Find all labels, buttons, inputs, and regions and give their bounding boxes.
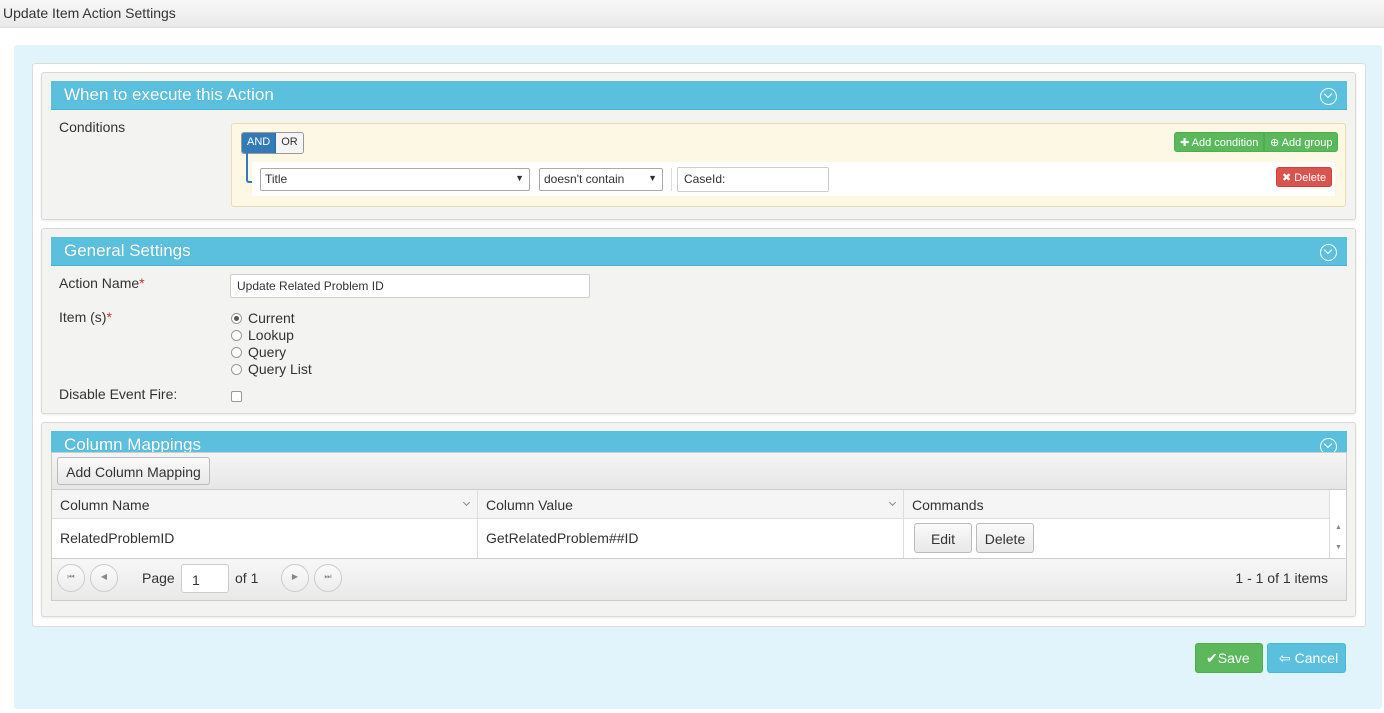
conditions-section: When to execute this Action Conditions A… [41, 72, 1356, 220]
condition-value-input[interactable]: CaseId: [677, 167, 829, 192]
and-button[interactable]: AND [242, 133, 277, 153]
cancel-label: Cancel [1294, 650, 1339, 666]
radio-label: Current [248, 310, 295, 326]
rule-divider [671, 168, 672, 191]
radio-label: Query [248, 344, 287, 360]
plus-icon: ✚ [1180, 137, 1190, 149]
general-settings-section: General Settings Action Name* Update Rel… [41, 228, 1356, 414]
action-name-label-text: Action Name [59, 275, 140, 291]
radio-circle[interactable] [231, 329, 242, 341]
radio-circle[interactable] [231, 363, 242, 375]
delete-rule-label: Delete [1294, 172, 1327, 184]
previous-page-icon[interactable]: ◀ [90, 564, 118, 592]
close-icon: ✖ [1282, 172, 1292, 184]
general-settings-title: General Settings [64, 241, 191, 260]
and-or-toggle: AND OR [241, 132, 304, 154]
column-header-label: Commands [912, 497, 984, 513]
items-label: Item (s)* [59, 309, 112, 325]
scroll-up-icon[interactable]: ▲ [1335, 524, 1342, 531]
radio-circle[interactable] [231, 312, 242, 324]
page-input[interactable]: 1 [181, 564, 229, 593]
column-mappings-section: Column Mappings Add Column Mapping Colum… [41, 422, 1356, 617]
radio-query[interactable]: Query [231, 344, 286, 360]
column-header-name[interactable]: Column Name [52, 490, 478, 518]
action-name-label: Action Name* [59, 275, 145, 291]
chevron-down-icon[interactable] [462, 498, 471, 507]
column-header-label: Column Value [486, 497, 573, 513]
operator-select[interactable]: doesn't contain ▼ [539, 168, 663, 191]
save-button[interactable]: ✔Save [1195, 643, 1263, 673]
radio-query-list[interactable]: Query List [231, 361, 312, 377]
disable-event-fire-label: Disable Event Fire: [59, 386, 178, 402]
dropdown-arrow-icon: ▼ [515, 173, 524, 183]
chevron-down-icon[interactable] [888, 498, 897, 507]
next-page-icon[interactable]: ▶ [281, 564, 309, 592]
items-label-text: Item (s) [59, 309, 107, 325]
radio-current[interactable]: Current [231, 310, 295, 326]
page-count-label: of 1 [235, 570, 259, 586]
action-name-value: Update Related Problem ID [237, 279, 384, 293]
column-mappings-grid: Column Name Column Value Commands Relate… [51, 489, 1347, 601]
add-group-label: Add group [1281, 137, 1333, 149]
grid-header: Column Name Column Value Commands [52, 490, 1330, 519]
window-title: Update Item Action Settings [3, 5, 176, 21]
arrow-left-icon: ⇦ [1279, 650, 1291, 666]
conditions-section-title: When to execute this Action [64, 85, 274, 104]
required-marker: * [139, 275, 145, 291]
add-group-button[interactable]: ⊕ Add group [1264, 132, 1339, 152]
conditions-label: Conditions [59, 119, 126, 135]
collapse-chevron-icon[interactable] [1320, 88, 1337, 105]
column-header-value[interactable]: Column Value [478, 490, 904, 518]
radio-label: Query List [248, 361, 312, 377]
save-label: Save [1217, 650, 1250, 666]
cancel-button[interactable]: ⇦ Cancel [1267, 643, 1346, 673]
condition-rule: Title ▼ doesn't contain ▼ CaseId: ✖ Dele… [252, 162, 1335, 196]
delete-button[interactable]: Delete [976, 523, 1034, 553]
or-button[interactable]: OR [276, 133, 303, 153]
vertical-scrollbar[interactable]: ▲ ▼ [1330, 519, 1346, 558]
required-marker: * [106, 309, 112, 325]
radio-label: Lookup [248, 327, 294, 343]
add-condition-label: Add condition [1191, 137, 1259, 149]
query-builder: AND OR ✚ Add condition ⊕ Add group Title… [231, 123, 1346, 207]
add-column-mapping-button[interactable]: Add Column Mapping [57, 457, 210, 485]
field-select-value: Title [265, 172, 288, 186]
page-input-value: 1 [192, 572, 200, 588]
items-summary: 1 - 1 of 1 items [1235, 570, 1328, 586]
disable-event-fire-checkbox[interactable] [231, 391, 242, 402]
operator-select-value: doesn't contain [544, 172, 625, 186]
grid-toolbar: Add Column Mapping [51, 452, 1347, 490]
cell-column-name: RelatedProblemID [52, 519, 478, 558]
field-select[interactable]: Title ▼ [260, 168, 530, 191]
check-icon: ✔ [1206, 650, 1218, 666]
last-page-icon[interactable]: ⏭ [314, 564, 342, 592]
radio-circle[interactable] [231, 346, 242, 358]
dropdown-arrow-icon: ▼ [648, 173, 657, 183]
conditions-section-header[interactable]: When to execute this Action [51, 81, 1347, 110]
cell-commands: Edit Delete [904, 519, 1330, 558]
cell-column-value: GetRelatedProblem##ID [478, 519, 904, 558]
column-header-commands: Commands [904, 490, 1330, 518]
grid-pager: ⏮ ◀ Page 1 of 1 ▶ ⏭ 1 - 1 of 1 items [52, 558, 1346, 600]
radio-lookup[interactable]: Lookup [231, 327, 294, 343]
page-label: Page [142, 570, 175, 586]
general-settings-header[interactable]: General Settings [51, 237, 1347, 266]
first-page-icon[interactable]: ⏮ [57, 564, 85, 592]
condition-value-text: CaseId: [684, 172, 726, 186]
column-header-label: Column Name [60, 497, 150, 513]
scroll-down-icon[interactable]: ▼ [1335, 544, 1342, 551]
collapse-chevron-icon[interactable] [1320, 244, 1337, 261]
action-name-input[interactable]: Update Related Problem ID [230, 274, 590, 298]
window-title-bar: Update Item Action Settings [0, 0, 1384, 28]
edit-button[interactable]: Edit [914, 523, 972, 553]
delete-rule-button[interactable]: ✖ Delete [1276, 167, 1333, 187]
add-condition-button[interactable]: ✚ Add condition [1174, 132, 1265, 152]
plus-circle-icon: ⊕ [1270, 137, 1280, 149]
